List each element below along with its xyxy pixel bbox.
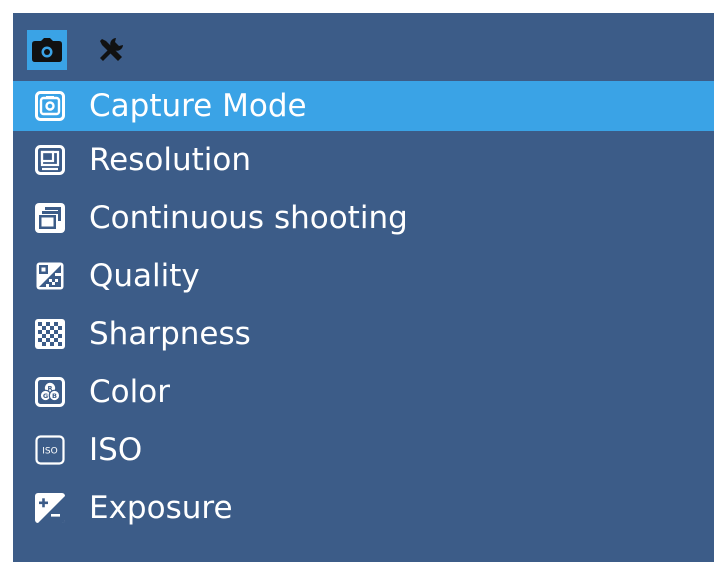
svg-text:B: B	[52, 392, 57, 400]
menu-item-iso[interactable]: ISO ISO	[13, 421, 714, 479]
menu-item-label: Quality	[89, 258, 200, 294]
menu-item-continuous-shooting[interactable]: Continuous shooting	[13, 189, 714, 247]
menu-item-capture-mode[interactable]: Capture Mode	[13, 81, 714, 131]
capture-mode-icon	[32, 88, 68, 124]
quality-icon	[32, 258, 68, 294]
svg-text:ISO: ISO	[42, 447, 57, 457]
menu-tab-bar	[13, 13, 714, 81]
sharpness-icon	[32, 316, 68, 352]
continuous-shooting-icon	[32, 200, 68, 236]
menu-item-quality[interactable]: Quality	[13, 247, 714, 305]
tools-icon	[96, 35, 126, 65]
menu-item-label: ISO	[89, 432, 143, 468]
menu-item-resolution[interactable]: Resolution	[13, 131, 714, 189]
iso-icon: ISO	[32, 432, 68, 468]
tab-tools[interactable]	[91, 30, 131, 70]
menu-item-label: Sharpness	[89, 316, 251, 352]
tab-camera[interactable]	[27, 30, 67, 70]
color-icon: R G B	[32, 374, 68, 410]
menu-item-label: Capture Mode	[89, 88, 307, 124]
exposure-icon	[32, 490, 68, 526]
camera-icon	[32, 38, 62, 62]
menu-item-color[interactable]: R G B Color	[13, 363, 714, 421]
svg-text:G: G	[43, 392, 48, 400]
menu-item-label: Resolution	[89, 142, 251, 178]
menu-item-label: Color	[89, 374, 170, 410]
resolution-icon	[32, 142, 68, 178]
menu-item-label: Exposure	[89, 490, 233, 526]
menu-item-label: Continuous shooting	[89, 200, 408, 236]
menu-item-exposure[interactable]: Exposure	[13, 479, 714, 537]
menu-item-sharpness[interactable]: Sharpness	[13, 305, 714, 363]
camera-menu-screen: Capture Mode Resolution Continuous shoot…	[13, 13, 714, 562]
